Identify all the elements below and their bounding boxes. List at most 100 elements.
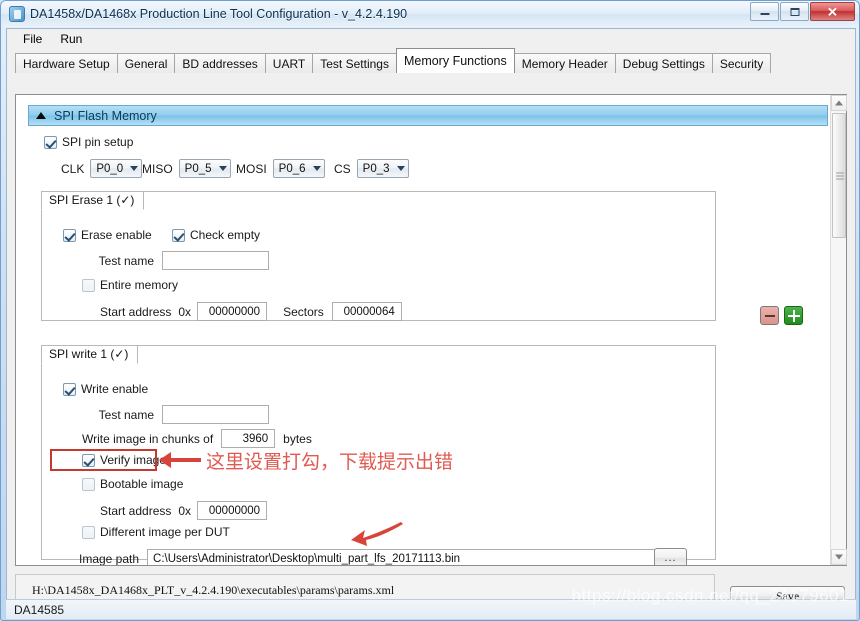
scrollbar-grip-icon <box>836 172 844 179</box>
verify-image-checkbox[interactable] <box>82 453 95 467</box>
minimize-button[interactable] <box>750 2 779 21</box>
panel-vertical-scrollbar[interactable] <box>830 95 847 565</box>
erase-start-address-input[interactable]: 00000000 <box>197 302 268 321</box>
write-chunks-row: Write image in chunks of 3960 bytes <box>82 429 312 448</box>
maximize-button[interactable] <box>780 2 809 21</box>
scrollbar-thumb[interactable] <box>832 113 846 238</box>
status-device-label: DA14585 <box>14 602 65 617</box>
check-empty-label: Check empty <box>190 228 261 242</box>
erase-sectors-input[interactable]: 00000064 <box>331 302 402 321</box>
memory-functions-panel: SPI Flash Memory SPI pin setup CLK P0_0 … <box>15 94 847 566</box>
tab-general[interactable]: General <box>116 53 176 73</box>
write-start-address-label: Start address <box>100 503 172 518</box>
write-hex-prefix: 0x <box>178 503 192 518</box>
browse-image-button[interactable]: ... <box>654 548 687 565</box>
spi-erase-tab-label[interactable]: SPI Erase 1 (✓) <box>41 191 145 210</box>
chevron-down-icon <box>396 166 405 171</box>
window-controls: ✕ <box>750 2 855 21</box>
erase-test-name-row: Test name <box>82 251 269 270</box>
scroll-up-button[interactable] <box>831 95 847 111</box>
title-bar: DA1458x/DA1468x Production Line Tool Con… <box>1 1 859 27</box>
cs-pin-select[interactable]: P0_3 <box>356 159 409 178</box>
close-button[interactable]: ✕ <box>810 2 855 21</box>
chevron-down-icon <box>218 166 227 171</box>
triangle-up-icon <box>36 112 46 119</box>
entire-memory-label: Entire memory <box>100 278 179 292</box>
annotation-verify-note: 这里设置打勾，下载提示出错 <box>206 451 454 473</box>
application-window: DA1458x/DA1468x Production Line Tool Con… <box>0 0 860 621</box>
app-icon <box>9 6 25 22</box>
miso-pin-group: MISO P0_5 <box>142 159 231 178</box>
menu-run[interactable]: Run <box>52 30 90 48</box>
write-enable-checkbox[interactable] <box>63 382 76 396</box>
write-enable-row[interactable]: Write enable <box>63 382 148 396</box>
tab-security[interactable]: Security <box>711 53 772 73</box>
chevron-down-icon <box>835 554 843 560</box>
cs-label: CS <box>334 161 351 176</box>
erase-test-name-input[interactable] <box>162 251 269 270</box>
spi-erase-group: SPI Erase 1 (✓) Erase enable Check empty… <box>41 191 716 321</box>
verify-image-row[interactable]: Verify image <box>82 453 166 467</box>
tab-uart[interactable]: UART <box>264 53 314 73</box>
entire-memory-checkbox[interactable] <box>82 278 95 292</box>
different-image-checkbox[interactable] <box>82 525 95 539</box>
different-image-row[interactable]: Different image per DUT <box>82 525 230 539</box>
clk-pin-select[interactable]: P0_0 <box>90 159 143 178</box>
write-test-name-row: Test name <box>82 405 269 424</box>
clk-pin-value: P0_0 <box>96 162 124 175</box>
write-start-address-row: Start address 0x 00000000 <box>100 501 268 520</box>
spi-write-tab-label[interactable]: SPI write 1 (✓) <box>41 345 139 364</box>
chevron-down-icon <box>130 166 139 171</box>
cs-pin-group: CS P0_3 <box>334 159 409 178</box>
config-path-text: H:\DA1458x_DA1468x_PLT_v_4.2.4.190\execu… <box>32 582 395 597</box>
spi-pin-setup-row[interactable]: SPI pin setup <box>44 135 133 149</box>
erase-sectors-label: Sectors <box>283 304 324 319</box>
add-section-button[interactable] <box>784 306 803 325</box>
erase-enable-row[interactable]: Erase enable <box>63 228 152 242</box>
menu-file[interactable]: File <box>15 30 50 48</box>
miso-label: MISO <box>142 161 173 176</box>
write-enable-label: Write enable <box>81 382 149 396</box>
menu-bar: File Run <box>7 29 855 49</box>
spi-pin-setup-checkbox[interactable] <box>44 135 57 149</box>
write-test-name-label: Test name <box>98 407 154 422</box>
close-icon: ✕ <box>827 4 838 19</box>
chevron-up-icon <box>835 100 843 106</box>
tab-strip: Hardware Setup General BD addresses UART… <box>7 48 855 73</box>
entire-memory-row[interactable]: Entire memory <box>82 278 178 292</box>
write-start-address-input[interactable]: 00000000 <box>197 501 268 520</box>
tab-memory-functions[interactable]: Memory Functions <box>395 48 515 73</box>
tab-hardware-setup[interactable]: Hardware Setup <box>15 53 118 73</box>
write-chunks-label: Write image in chunks of <box>82 431 214 446</box>
spi-pin-setup-label: SPI pin setup <box>62 135 134 149</box>
erase-enable-checkbox[interactable] <box>63 228 76 242</box>
clk-pin-group: CLK P0_0 <box>61 159 143 178</box>
remove-section-button[interactable] <box>760 306 779 325</box>
verify-image-label: Verify image <box>100 453 167 467</box>
scroll-down-button[interactable] <box>831 549 847 565</box>
image-path-input[interactable]: C:\Users\Administrator\Desktop\multi_par… <box>147 549 665 565</box>
tab-bd-addresses[interactable]: BD addresses <box>174 53 266 73</box>
bootable-image-label: Bootable image <box>100 477 184 491</box>
image-path-row: Image path C:\Users\Administrator\Deskto… <box>79 549 665 565</box>
spi-flash-memory-header[interactable]: SPI Flash Memory <box>28 105 828 126</box>
panel-scroll-content: SPI Flash Memory SPI pin setup CLK P0_0 … <box>16 95 846 565</box>
bootable-image-row[interactable]: Bootable image <box>82 477 183 491</box>
miso-pin-select[interactable]: P0_5 <box>178 159 231 178</box>
chevron-down-icon <box>312 166 321 171</box>
tab-memory-header[interactable]: Memory Header <box>513 53 616 73</box>
write-chunks-unit: bytes <box>283 431 312 446</box>
write-chunks-input[interactable]: 3960 <box>221 429 276 448</box>
check-empty-checkbox[interactable] <box>172 228 185 242</box>
erase-start-address-row: Start address 0x 00000000 Sectors 000000… <box>100 302 402 321</box>
mosi-label: MOSI <box>236 161 267 176</box>
tab-test-settings[interactable]: Test Settings <box>312 53 397 73</box>
miso-pin-value: P0_5 <box>184 162 212 175</box>
write-test-name-input[interactable] <box>162 405 269 424</box>
tab-debug-settings[interactable]: Debug Settings <box>614 53 713 73</box>
status-bar: DA14585 <box>6 599 856 619</box>
bootable-image-checkbox[interactable] <box>82 477 95 491</box>
mosi-pin-select[interactable]: P0_6 <box>272 159 325 178</box>
check-empty-row[interactable]: Check empty <box>172 228 260 242</box>
erase-hex-prefix: 0x <box>178 304 192 319</box>
